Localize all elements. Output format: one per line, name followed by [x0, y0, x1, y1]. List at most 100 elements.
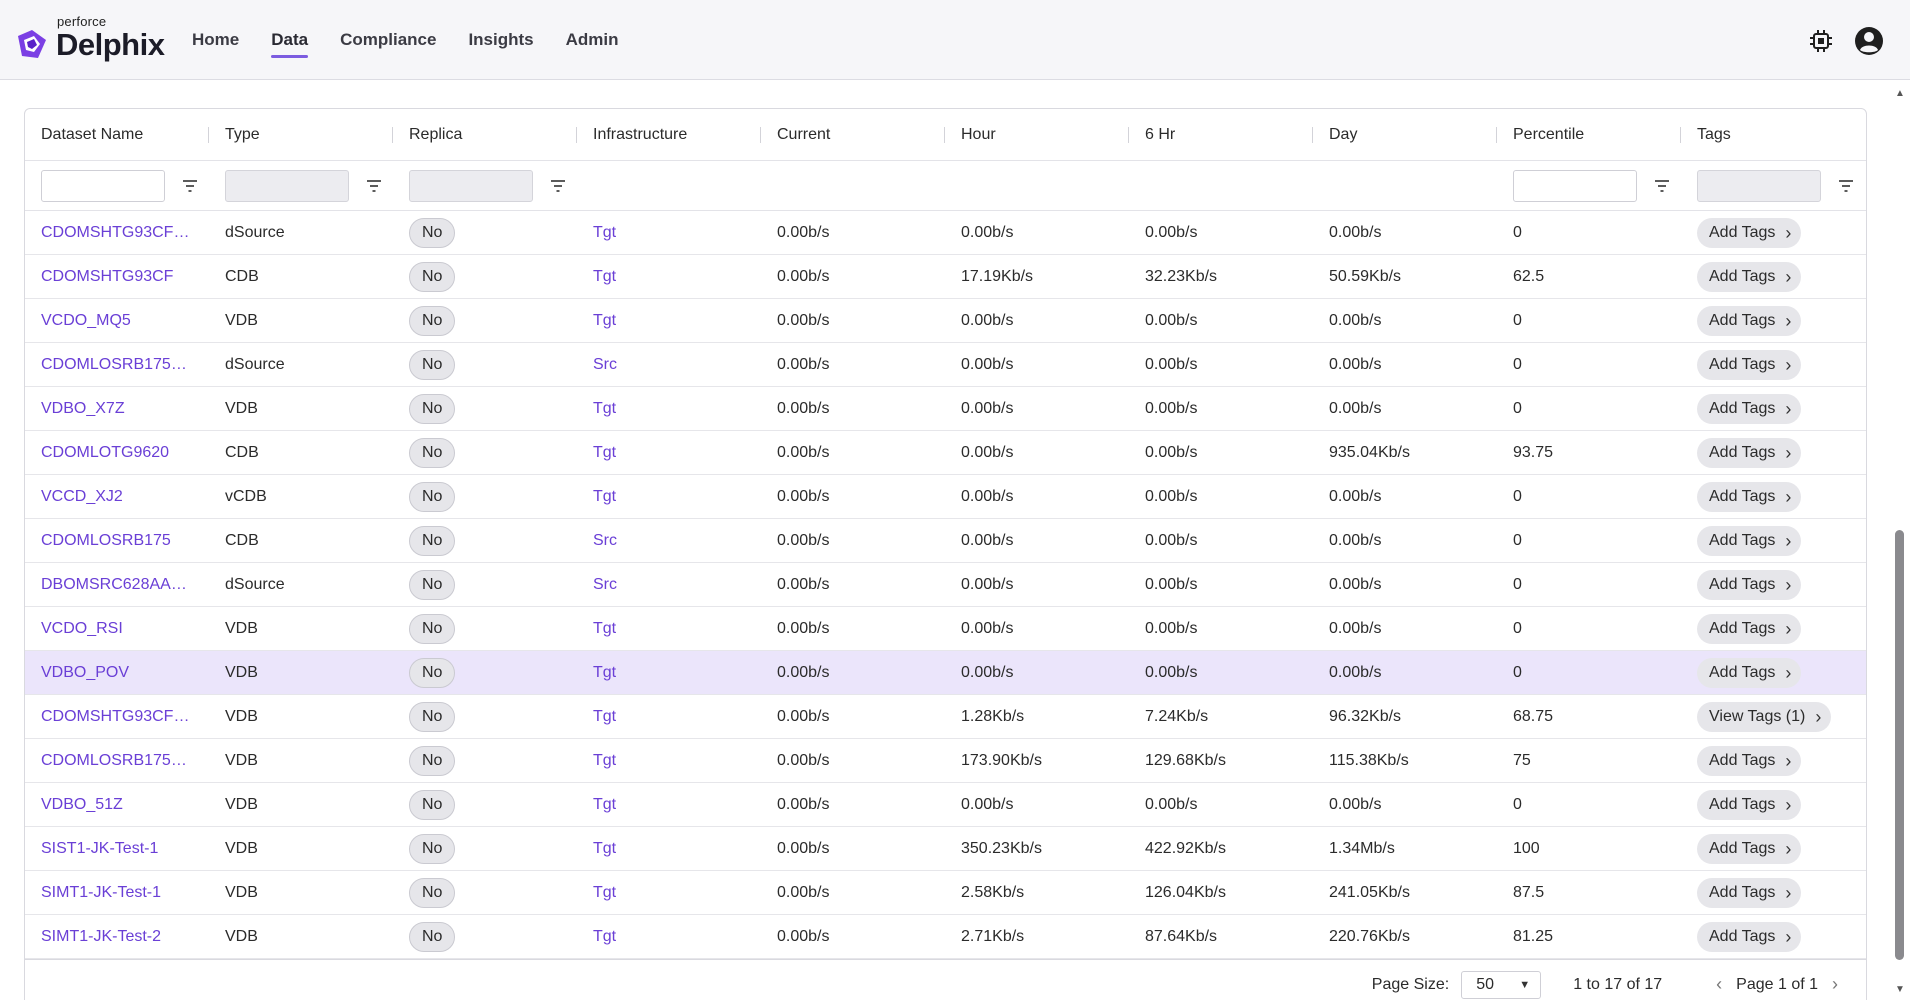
tags-button[interactable]: Add Tags › — [1697, 481, 1802, 512]
tags-button[interactable]: Add Tags › — [1697, 789, 1802, 820]
infrastructure-link[interactable]: Tgt — [577, 915, 761, 959]
table-row[interactable]: VDBO_X7Z VDB No Tgt 0.00b/s 0.00b/s 0.00b/s 0.0… — [25, 387, 1866, 431]
infrastructure-link[interactable]: Tgt — [577, 299, 761, 343]
dataset-name-link[interactable]: SIMT1-JK-Test-1 — [25, 871, 209, 915]
dataset-name-link[interactable]: CDOMLOTG9620 — [25, 431, 209, 475]
nav-data[interactable]: Data — [271, 26, 308, 58]
table-row[interactable]: SIST1-JK-Test-1 VDB No Tgt 0.00b/s 350.23Kb/s… — [25, 827, 1866, 871]
tags-button[interactable]: Add Tags › — [1697, 569, 1802, 600]
table-row[interactable]: VDBO_POV VDB No Tgt 0.00b/s 0.00b/s 0.00b/s 0.0… — [25, 651, 1866, 695]
table-row[interactable]: CDOMSHTG93CFP... dSource No Tgt 0.00b/s 0.00b… — [25, 211, 1866, 255]
dataset-name-link[interactable]: CDOMSHTG93CFP... — [25, 211, 209, 255]
dataset-name-link[interactable]: VDBO_51Z — [25, 783, 209, 827]
page-size-select[interactable]: 50 ▼ — [1461, 970, 1542, 999]
filter-icon[interactable] — [1653, 177, 1671, 195]
infrastructure-link[interactable]: Src — [577, 563, 761, 607]
infrastructure-link[interactable]: Tgt — [577, 431, 761, 475]
scrollbar-thumb[interactable] — [1895, 530, 1904, 960]
table-row[interactable]: DBOMSRC628AA_... dSource No Src 0.00b/s 0.00b… — [25, 563, 1866, 607]
next-page-icon[interactable]: › — [1832, 974, 1838, 995]
infrastructure-link[interactable]: Tgt — [577, 695, 761, 739]
nav-compliance[interactable]: Compliance — [340, 26, 436, 54]
dataset-name-link[interactable]: CDOMLOSRB175 — [25, 519, 209, 563]
infrastructure-link[interactable]: Src — [577, 519, 761, 563]
infrastructure-link[interactable]: Tgt — [577, 211, 761, 255]
replica-filter-input[interactable] — [409, 170, 533, 202]
dataset-name-link[interactable]: SIST1-JK-Test-1 — [25, 827, 209, 871]
table-row[interactable]: VCDO_RSI VDB No Tgt 0.00b/s 0.00b/s 0.00b/s 0.0… — [25, 607, 1866, 651]
type-filter-input[interactable] — [225, 170, 349, 202]
column-header-6hr[interactable]: 6 Hr — [1129, 109, 1313, 161]
dataset-name-link[interactable]: VCCD_XJ2 — [25, 475, 209, 519]
filter-icon[interactable] — [181, 177, 199, 195]
percentile-filter-input[interactable] — [1513, 170, 1637, 202]
infrastructure-link[interactable]: Tgt — [577, 783, 761, 827]
dataset-name-link[interactable]: DBOMSRC628AA_... — [25, 563, 209, 607]
filter-icon[interactable] — [549, 177, 567, 195]
infrastructure-link[interactable]: Tgt — [577, 255, 761, 299]
dataset-name-link[interactable]: VDBO_POV — [25, 651, 209, 695]
column-header-infrastructure[interactable]: Infrastructure — [577, 109, 761, 161]
dataset-name-link[interactable]: CDOMSHTG93CF — [25, 255, 209, 299]
column-header-dataset-name[interactable]: Dataset Name — [25, 109, 209, 161]
nav-admin[interactable]: Admin — [566, 26, 619, 54]
infrastructure-link[interactable]: Tgt — [577, 827, 761, 871]
tags-button[interactable]: Add Tags › — [1697, 217, 1802, 248]
table-row[interactable]: CDOMSHTG93CF CDB No Tgt 0.00b/s 17.19Kb/s 32.2… — [25, 255, 1866, 299]
tags-button[interactable]: Add Tags › — [1697, 833, 1802, 864]
tags-button[interactable]: View Tags (1) › — [1697, 701, 1832, 732]
tags-button[interactable]: Add Tags › — [1697, 305, 1802, 336]
table-row[interactable]: CDOMLOTG9620 CDB No Tgt 0.00b/s 0.00b/s 0.00b/… — [25, 431, 1866, 475]
column-header-hour[interactable]: Hour — [945, 109, 1129, 161]
tags-button[interactable]: Add Tags › — [1697, 877, 1802, 908]
dataset-name-link[interactable]: CDOMSHTG93CFP... — [25, 695, 209, 739]
user-account-icon[interactable] — [1854, 26, 1884, 56]
previous-page-icon[interactable]: ‹ — [1716, 974, 1722, 995]
table-row[interactable]: CDOMLOSRB175P... VDB No Tgt 0.00b/s 173.90Kb/… — [25, 739, 1866, 783]
infrastructure-link[interactable]: Tgt — [577, 387, 761, 431]
scroll-up-icon[interactable]: ▲ — [1895, 88, 1905, 99]
tags-button[interactable]: Add Tags › — [1697, 261, 1802, 292]
dataset-name-link[interactable]: VDBO_X7Z — [25, 387, 209, 431]
dataset-name-filter-input[interactable] — [41, 170, 165, 202]
infrastructure-link[interactable]: Tgt — [577, 739, 761, 783]
infrastructure-link[interactable]: Tgt — [577, 651, 761, 695]
dataset-name-link[interactable]: SIMT1-JK-Test-2 — [25, 915, 209, 959]
table-row[interactable]: CDOMSHTG93CFP... VDB No Tgt 0.00b/s 1.28Kb/s 7… — [25, 695, 1866, 739]
page-scrollbar[interactable]: ▲ ▼ — [1890, 84, 1910, 1000]
column-header-percentile[interactable]: Percentile — [1497, 109, 1681, 161]
delphix-logo[interactable]: perforce Delphix — [14, 14, 165, 66]
tags-button[interactable]: Add Tags › — [1697, 921, 1802, 952]
column-header-replica[interactable]: Replica — [393, 109, 577, 161]
nav-insights[interactable]: Insights — [468, 26, 533, 54]
column-header-day[interactable]: Day — [1313, 109, 1497, 161]
column-header-current[interactable]: Current — [761, 109, 945, 161]
column-header-tags[interactable]: Tags — [1681, 109, 1865, 161]
nav-home[interactable]: Home — [192, 26, 239, 54]
table-row[interactable]: SIMT1-JK-Test-2 VDB No Tgt 0.00b/s 2.71Kb/s 87… — [25, 915, 1866, 959]
dataset-name-link[interactable]: VCDO_MQ5 — [25, 299, 209, 343]
infrastructure-link[interactable]: Tgt — [577, 871, 761, 915]
table-row[interactable]: CDOMLOSRB175 CDB No Src 0.00b/s 0.00b/s 0.00b/… — [25, 519, 1866, 563]
tags-button[interactable]: Add Tags › — [1697, 657, 1802, 688]
table-row[interactable]: SIMT1-JK-Test-1 VDB No Tgt 0.00b/s 2.58Kb/s 12… — [25, 871, 1866, 915]
tags-button[interactable]: Add Tags › — [1697, 525, 1802, 556]
dataset-name-link[interactable]: VCDO_RSI — [25, 607, 209, 651]
tags-button[interactable]: Add Tags › — [1697, 745, 1802, 776]
chip-icon[interactable] — [1806, 26, 1836, 56]
tags-button[interactable]: Add Tags › — [1697, 349, 1802, 380]
scroll-down-icon[interactable]: ▼ — [1895, 984, 1905, 995]
infrastructure-link[interactable]: Src — [577, 343, 761, 387]
tags-button[interactable]: Add Tags › — [1697, 437, 1802, 468]
tags-button[interactable]: Add Tags › — [1697, 393, 1802, 424]
tags-button[interactable]: Add Tags › — [1697, 613, 1802, 644]
table-row[interactable]: CDOMLOSRB175P... dSource No Src 0.00b/s 0.00b… — [25, 343, 1866, 387]
filter-icon[interactable] — [1837, 177, 1855, 195]
dataset-name-link[interactable]: CDOMLOSRB175P... — [25, 739, 209, 783]
dataset-name-link[interactable]: CDOMLOSRB175P... — [25, 343, 209, 387]
column-header-type[interactable]: Type — [209, 109, 393, 161]
tags-filter-input[interactable] — [1697, 170, 1821, 202]
filter-icon[interactable] — [365, 177, 383, 195]
infrastructure-link[interactable]: Tgt — [577, 475, 761, 519]
infrastructure-link[interactable]: Tgt — [577, 607, 761, 651]
